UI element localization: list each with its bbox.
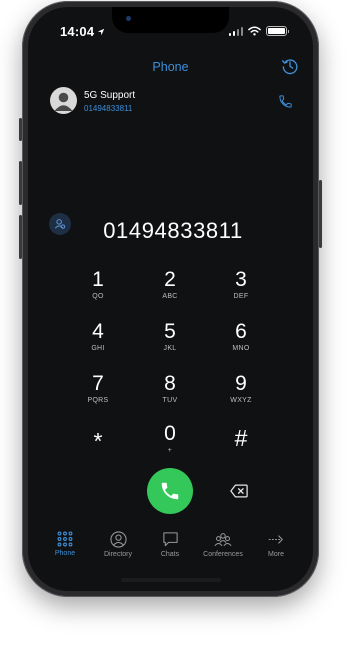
key-digit: 4 [92, 320, 104, 343]
status-icons [228, 26, 289, 36]
keypad-grid-icon [57, 531, 73, 547]
location-arrow-icon [98, 28, 105, 36]
key-letters: QO [92, 293, 104, 300]
chat-bubble-icon [162, 532, 178, 547]
key-3[interactable]: 3 DEF [209, 269, 273, 301]
key-letters: GHI [91, 345, 105, 352]
contact-name[interactable]: 5G Support [84, 90, 135, 101]
key-digit: # [234, 425, 248, 451]
home-indicator [121, 578, 221, 582]
key-letters: MNO [232, 345, 250, 352]
key-5[interactable]: 5 JKL [138, 321, 202, 353]
key-digit: 0 [164, 422, 176, 445]
phone-screen: 14:04 Phone 5G Support 01494833811 01494… [28, 7, 313, 591]
power-button [319, 180, 322, 248]
tab-label: Directory [103, 551, 132, 558]
key-letters: DEF [233, 293, 249, 300]
key-digit: * [93, 428, 103, 454]
key-star[interactable]: * [66, 428, 130, 454]
people-group-icon [214, 533, 232, 547]
tab-label: More [268, 551, 284, 558]
status-time: 14:04 [60, 24, 105, 39]
tab-more[interactable]: More [246, 531, 306, 558]
tab-label: Phone [54, 550, 76, 557]
page-title: Phone [152, 60, 189, 74]
key-7[interactable]: 7 PQRS [66, 373, 130, 405]
volume-up-button [19, 161, 22, 205]
key-4[interactable]: 4 GHI [66, 321, 130, 353]
status-time-text: 14:04 [60, 24, 95, 39]
key-0[interactable]: 0 + [138, 423, 202, 455]
key-letters: + [167, 447, 173, 454]
key-digit: 8 [164, 372, 176, 395]
key-digit: 1 [92, 268, 104, 291]
tab-conferences[interactable]: Conferences [193, 531, 253, 558]
key-digit: 6 [235, 320, 247, 343]
arrow-right-icon [268, 535, 283, 544]
key-6[interactable]: 6 MNO [209, 321, 273, 353]
key-digit: 7 [92, 372, 104, 395]
key-letters: WXYZ [230, 397, 252, 404]
key-9[interactable]: 9 WXYZ [209, 373, 273, 405]
volume-down-button [19, 215, 22, 259]
key-hash[interactable]: # [209, 425, 273, 451]
contact-number[interactable]: 01494833811 [84, 104, 132, 113]
tab-label: Chats [160, 551, 180, 558]
key-letters: JKL [163, 345, 177, 352]
tab-label: Conferences [203, 551, 243, 558]
person-circle-icon [109, 531, 127, 548]
person-icon [54, 92, 73, 111]
key-digit: 3 [235, 268, 247, 291]
key-1[interactable]: 1 QO [66, 269, 130, 301]
backspace-icon[interactable] [230, 484, 248, 498]
tab-bar: Phone Directory Chats Conferences More [28, 526, 313, 566]
battery-icon [266, 26, 289, 36]
key-letters: PQRS [87, 397, 109, 404]
tab-chats[interactable]: Chats [140, 531, 200, 558]
notch [112, 7, 229, 33]
mute-switch [19, 118, 22, 141]
key-digit: 9 [235, 372, 247, 395]
dialed-number: 01494833811 [103, 218, 243, 243]
history-clock-icon[interactable] [281, 57, 299, 75]
wifi-icon [248, 26, 261, 36]
call-button[interactable] [147, 468, 193, 514]
key-2[interactable]: 2 ABC [138, 269, 202, 301]
key-letters: ABC [162, 293, 178, 300]
signal-icon [228, 26, 243, 36]
key-digit: 5 [164, 320, 176, 343]
tab-phone[interactable]: Phone [35, 531, 95, 557]
camera-dot [126, 16, 131, 21]
tab-directory[interactable]: Directory [88, 531, 148, 558]
phone-handset-icon [161, 482, 179, 500]
phone-call-icon[interactable] [278, 94, 293, 109]
key-8[interactable]: 8 TUV [138, 373, 202, 405]
avatar[interactable] [50, 87, 77, 114]
key-digit: 2 [164, 268, 176, 291]
key-letters: TUV [162, 397, 178, 404]
